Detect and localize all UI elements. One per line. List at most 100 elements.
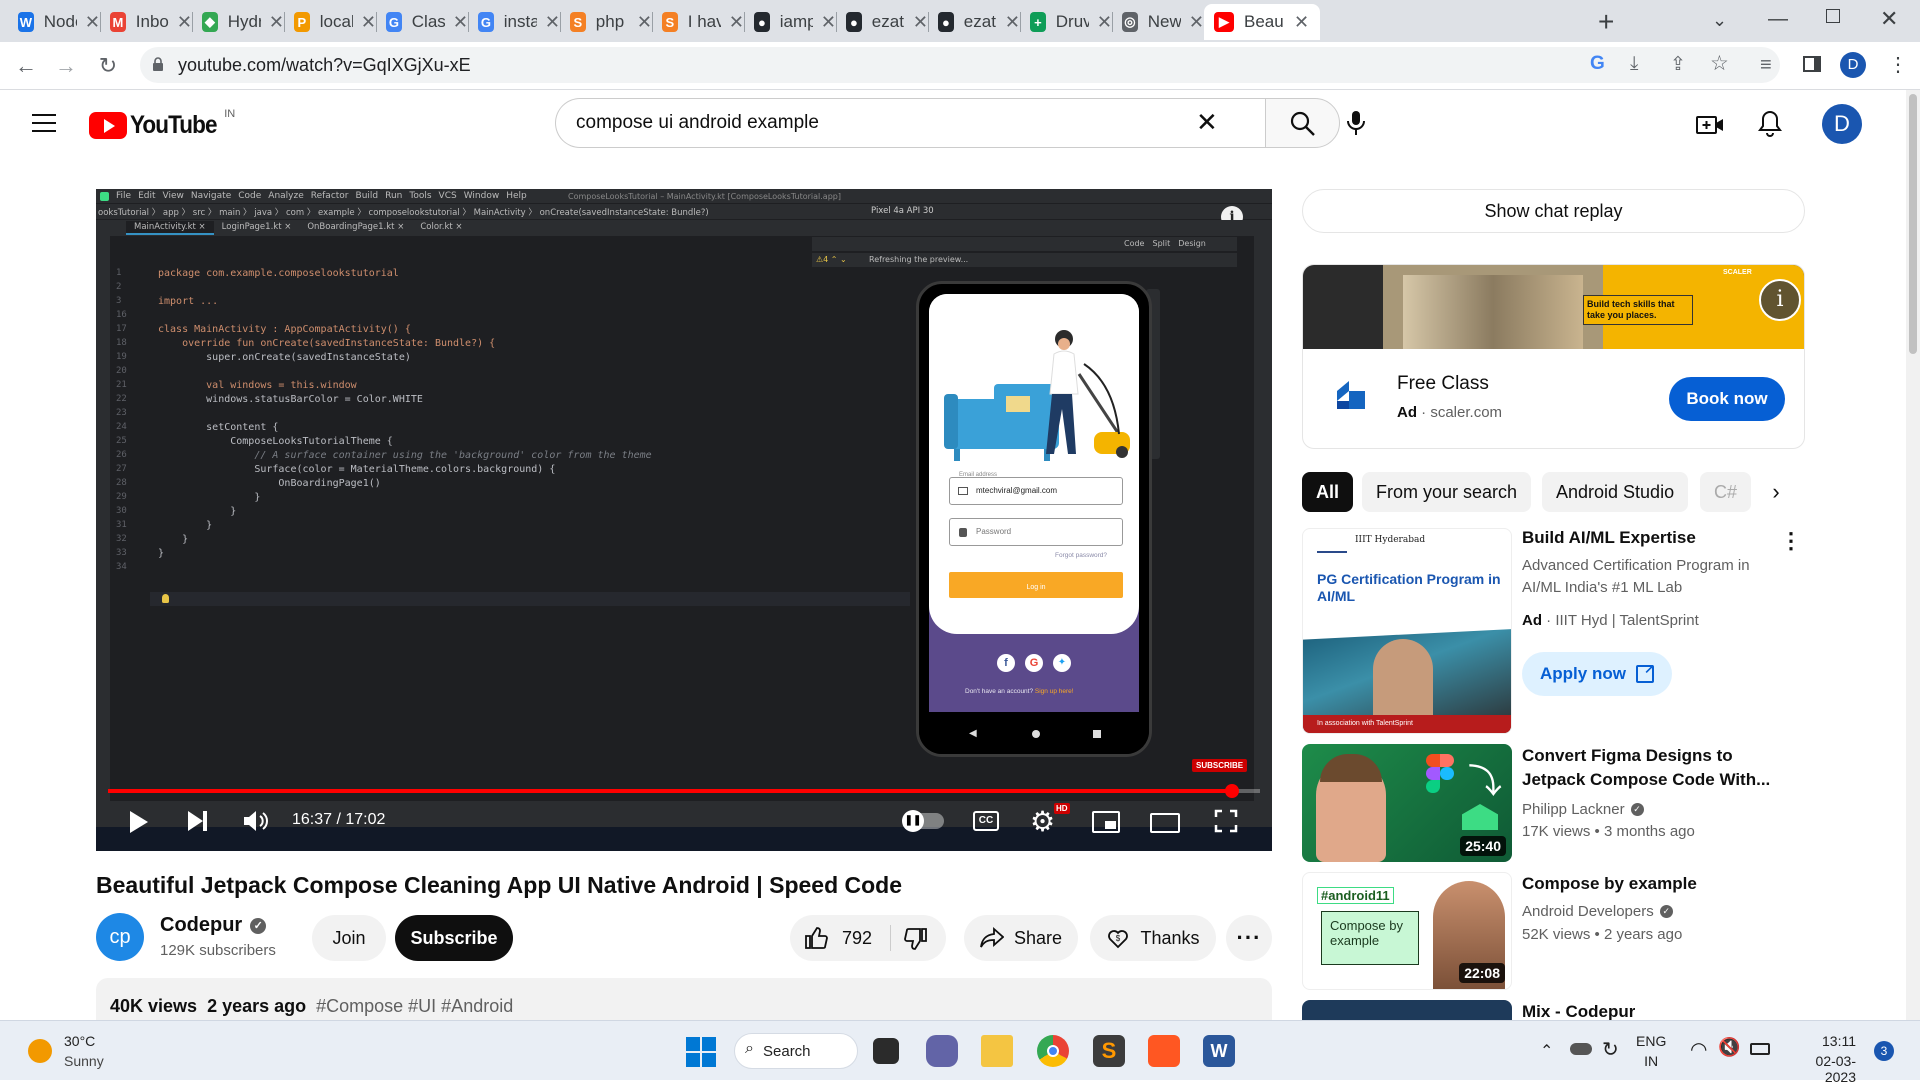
tab-search-icon[interactable]: ⌄ [1712,10,1727,31]
page-scrollbar[interactable] [1906,90,1920,1020]
chip-from-your-search[interactable]: From your search [1362,472,1532,512]
ad2-thumbnail[interactable]: IIIT Hyderabad PG Certification Program … [1302,528,1512,734]
new-tab-button[interactable]: + [1598,6,1614,38]
wifi-icon[interactable]: ◠ [1690,1037,1707,1062]
forward-icon[interactable]: → [52,53,80,79]
address-bar[interactable]: youtube.com/watch?v=GqIXGjXu-xE G ⤓ ⇪ ☆ [140,47,1780,83]
hamburger-menu-icon[interactable] [32,114,56,132]
channel-name[interactable]: Codepur ✓ [160,914,267,937]
related-video-title[interactable]: Mix - Codepur [1522,1000,1635,1020]
volume-icon[interactable] [242,809,270,838]
chips-next-chevron-icon[interactable]: › [1756,472,1796,512]
apply-now-button[interactable]: Apply now ↗ [1522,652,1672,696]
video-progress-scrubber[interactable] [1225,784,1240,798]
fullscreen-icon[interactable] [1214,809,1238,833]
user-avatar[interactable]: D [1822,104,1862,144]
notification-badge[interactable]: 3 [1874,1041,1894,1061]
scaler-ad-banner[interactable]: Build tech skills that take you places. … [1303,265,1804,349]
settings-gear-icon[interactable]: ⚙ [1030,805,1055,838]
next-button[interactable] [188,811,207,836]
share-page-icon[interactable]: ⇪ [1670,53,1686,76]
lightbulb-icon[interactable] [162,594,169,603]
sync-icon[interactable]: ↻ [1602,1037,1619,1062]
book-now-button[interactable]: Book now [1669,377,1785,421]
onedrive-icon[interactable] [1570,1043,1592,1055]
reading-list-icon[interactable]: ≡ [1760,54,1772,77]
hashtags[interactable]: #Compose #UI #Android [316,996,513,1017]
search-box[interactable]: compose ui android example ✕ [555,98,1265,148]
sublime-text-icon[interactable]: S [1093,1035,1125,1067]
ad2-title[interactable]: Build AI/ML Expertise [1522,526,1696,550]
youtube-logo[interactable]: YouTube IN [89,108,235,140]
related-video-thumbnail[interactable]: #android11 Compose by example 22:08 [1302,872,1512,990]
channel-name-text[interactable]: Codepur [160,914,242,937]
side-panel-icon[interactable] [1803,56,1821,72]
browser-tab[interactable]: Plocal ✕ [284,4,377,40]
video-player[interactable]: File Edit View Navigate Code Analyze Refactor B… [96,189,1272,851]
browser-tab[interactable]: ● iamp ✕ [744,4,837,40]
ad-info-icon[interactable]: i [1759,279,1801,321]
browser-tab[interactable]: Sphp ✕ [560,4,653,40]
battery-icon[interactable] [1750,1043,1770,1055]
app-taskbar-icon[interactable] [1148,1035,1180,1067]
related-video-thumbnail[interactable]: ⤵ 25:40 [1302,744,1512,862]
page-scrollbar-thumb[interactable] [1909,94,1917,354]
profile-avatar[interactable]: D [1840,52,1866,78]
related-video-channel[interactable]: Philipp Lackner ✓ [1522,801,1644,818]
create-video-icon[interactable] [1696,114,1724,141]
tab-close-icon[interactable]: ✕ [545,12,560,33]
ide-device-selector[interactable]: Pixel 4a API 30 [871,206,934,216]
tab-close-icon[interactable]: ✕ [85,12,100,33]
back-icon[interactable]: ← [12,53,40,79]
task-view-icon[interactable] [873,1038,899,1064]
file-explorer-icon[interactable] [981,1035,1013,1067]
word-taskbar-icon[interactable]: W [1203,1035,1235,1067]
dislike-button[interactable] [904,927,928,956]
notifications-bell-icon[interactable] [1758,110,1782,143]
subscribe-watermark[interactable]: SUBSCRIBE [1192,759,1248,772]
related-video-title[interactable]: Compose by example [1522,872,1697,896]
tab-close-icon[interactable]: ✕ [453,12,468,33]
browser-tab[interactable]: ◆ Hydr ✕ [192,4,285,40]
like-button[interactable]: 792 [804,926,872,950]
tab-close-icon[interactable]: ✕ [361,12,376,33]
search-input[interactable]: compose ui android example [576,112,819,134]
subscribe-button[interactable]: Subscribe [395,915,513,961]
related-video-title[interactable]: Convert Figma Designs to Jetpack Compose… [1522,744,1770,792]
close-window-icon[interactable]: ✕ [1880,6,1898,32]
join-button[interactable]: Join [312,915,386,961]
browser-tab[interactable]: ● ezat ✕ [928,4,1021,40]
chrome-menu-icon[interactable]: ⋮ [1888,52,1908,77]
ad1-title[interactable]: Free Class [1397,373,1489,395]
tab-close-icon[interactable]: ✕ [177,12,192,33]
browser-tab[interactable]: M Inbox ✕ [100,4,193,40]
tray-overflow-icon[interactable]: ⌃ [1540,1041,1553,1061]
tab-close-icon[interactable]: ✕ [821,12,836,33]
tab-close-icon[interactable]: ✕ [1005,12,1020,33]
share-button[interactable]: Share [964,915,1078,961]
weather-condition[interactable]: Sunny [64,1053,104,1069]
ad2-more-icon[interactable]: ⋮ [1780,528,1802,554]
browser-tab[interactable]: G Class ✕ [376,4,469,40]
tab-close-icon[interactable]: ✕ [1294,12,1309,33]
miniplayer-icon[interactable] [1092,811,1120,833]
theater-mode-icon[interactable] [1150,813,1180,833]
captions-icon[interactable]: CC [973,811,999,831]
taskbar-clock[interactable]: 13:11 02-03-2023 [1786,1033,1856,1085]
chrome-taskbar-icon[interactable] [1037,1035,1069,1067]
thanks-button[interactable]: $ Thanks [1090,915,1216,961]
related-video-channel-name[interactable]: Philipp Lackner [1522,801,1625,818]
browser-tab[interactable]: ◎ New ✕ [1112,4,1205,40]
search-button[interactable] [1265,98,1340,148]
related-video-channel[interactable]: Android Developers ✓ [1522,903,1673,920]
chip-all[interactable]: All [1302,472,1354,512]
play-button[interactable] [130,811,148,833]
tab-close-icon[interactable]: ✕ [1097,12,1112,33]
weather-sun-icon[interactable] [28,1039,52,1063]
install-icon[interactable]: ⤓ [1630,53,1638,75]
chip-csharp[interactable]: C# [1700,472,1752,512]
channel-avatar[interactable]: cp [96,913,144,961]
video-progress-bar[interactable] [108,784,1260,798]
tab-close-icon[interactable]: ✕ [1189,12,1204,33]
browser-tab[interactable]: S I hav ✕ [652,4,745,40]
